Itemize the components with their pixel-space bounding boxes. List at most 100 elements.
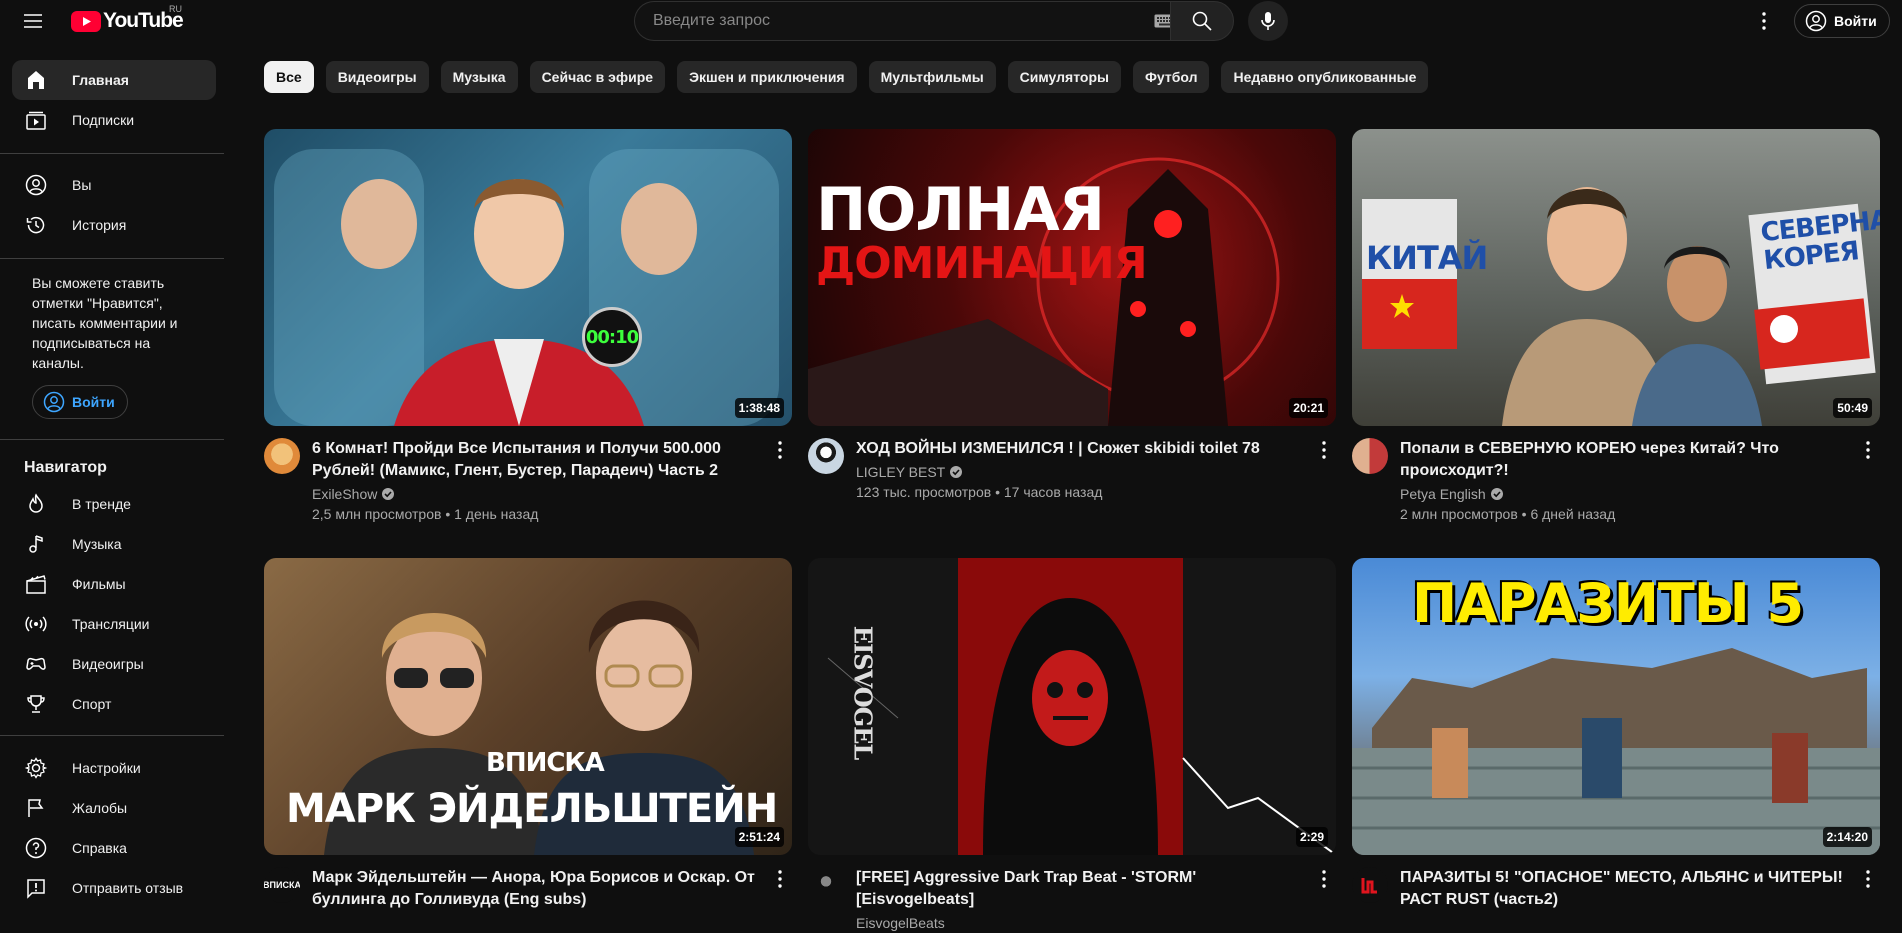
video-card: 00:10 1:38:48 6 Комнат! Пройди Все Испыт… xyxy=(264,129,792,524)
sidebar-item-gaming[interactable]: Видеоигры xyxy=(12,644,216,684)
chip-videogames[interactable]: Видеоигры xyxy=(325,61,429,93)
settings-icon xyxy=(24,756,48,780)
sidebar-divider xyxy=(0,153,224,154)
home-icon xyxy=(24,68,48,92)
more-vertical-icon xyxy=(1322,441,1326,459)
help-icon xyxy=(24,836,48,860)
sidebar-item-report[interactable]: Жалобы xyxy=(12,788,216,828)
masthead: YouTube RU Введите запрос Войти xyxy=(0,0,1902,42)
video-menu-button[interactable] xyxy=(768,438,792,462)
video-card: ПАРАЗИТЫ 5 2:14:20 ПАРАЗИТЫ 5! "ОПАСНОЕ"… xyxy=(1352,558,1880,911)
chip-live[interactable]: Сейчас в эфире xyxy=(529,61,666,93)
sidebar-item-label: Спорт xyxy=(72,696,112,712)
chip-simulators[interactable]: Симуляторы xyxy=(1007,61,1121,93)
video-thumbnail[interactable]: КИТАЙ СЕВЕРНАЯ КОРЕЯ 50:49 xyxy=(1352,129,1880,426)
sidebar-item-movies[interactable]: Фильмы xyxy=(12,564,216,604)
video-title[interactable]: [FREE] Aggressive Dark Trap Beat - 'STOR… xyxy=(856,867,1312,911)
channel-avatar[interactable] xyxy=(808,867,844,903)
chip-recently-uploaded[interactable]: Недавно опубликованные xyxy=(1221,61,1429,93)
sidebar-item-label: Подписки xyxy=(72,112,135,128)
sidebar-item-label: Отправить отзыв xyxy=(72,880,184,896)
video-thumbnail[interactable]: ПАРАЗИТЫ 5 2:14:20 xyxy=(1352,558,1880,855)
sidebar-divider xyxy=(0,439,224,440)
thumbnail-art xyxy=(827,558,1336,855)
youtube-logo[interactable]: YouTube RU xyxy=(71,4,184,33)
search-input[interactable] xyxy=(651,11,1154,31)
video-card: КИТАЙ СЕВЕРНАЯ КОРЕЯ 50:49 Попали в СЕВЕ… xyxy=(1352,129,1880,524)
sidebar-item-label: Настройки xyxy=(72,760,141,776)
channel-name-row[interactable]: EisvogelBeats xyxy=(856,913,1312,933)
sidebar: Главная Подписки Вы История Вы сможете с… xyxy=(0,56,224,920)
sidebar-item-label: Жалобы xyxy=(72,800,128,816)
sidebar-item-settings[interactable]: Настройки xyxy=(12,748,216,788)
signin-button[interactable]: Войти xyxy=(1794,4,1890,38)
channel-avatar[interactable]: ВПИСКА xyxy=(264,867,300,903)
sidebar-item-subscriptions[interactable]: Подписки xyxy=(12,100,216,140)
video-duration: 2:14:20 xyxy=(1822,827,1872,847)
sidebar-item-feedback[interactable]: Отправить отзыв xyxy=(12,868,216,908)
thumbnail-caption: КИТАЙ xyxy=(1366,239,1488,277)
video-meta: ХОД ВОЙНЫ ИЗМЕНИЛСЯ ! | Сюжет skibidi to… xyxy=(808,438,1336,502)
channel-avatar[interactable] xyxy=(1352,867,1388,903)
video-title[interactable]: 6 Комнат! Пройди Все Испытания и Получи … xyxy=(312,438,768,482)
sidebar-item-label: Справка xyxy=(72,840,127,856)
thumbnail-caption: МАРК ЭЙДЕЛЬШТЕЙН xyxy=(286,786,778,832)
sidebar-item-live[interactable]: Трансляции xyxy=(12,604,216,644)
settings-menu-button[interactable] xyxy=(1748,5,1780,37)
sidebar-item-label: Трансляции xyxy=(72,616,150,632)
channel-avatar[interactable] xyxy=(264,438,300,474)
channel-name-row[interactable]: ExileShow xyxy=(312,484,768,504)
video-thumbnail[interactable]: ВПИСКА МАРК ЭЙДЕЛЬШТЕЙН 2:51:24 xyxy=(264,558,792,855)
video-card: ПОЛНАЯ ДОМИНАЦИЯ 20:21 ХОД ВОЙНЫ ИЗМЕНИЛ… xyxy=(808,129,1336,502)
video-menu-button[interactable] xyxy=(1856,867,1880,891)
video-menu-button[interactable] xyxy=(1312,438,1336,462)
signin-label: Войти xyxy=(1834,13,1877,29)
thumbnail-art xyxy=(274,149,779,426)
chip-all[interactable]: Все xyxy=(264,61,314,93)
video-title[interactable]: ПАРАЗИТЫ 5! "ОПАСНОЕ" МЕСТО, АЛЬЯНС и ЧИ… xyxy=(1400,867,1856,911)
video-title[interactable]: Попали в СЕВЕРНУЮ КОРЕЮ через Китай? Что… xyxy=(1400,438,1856,482)
video-thumbnail[interactable]: 00:10 1:38:48 xyxy=(264,129,792,426)
sidebar-item-history[interactable]: История xyxy=(12,205,216,245)
more-vertical-icon xyxy=(778,441,782,459)
chip-action-adventure[interactable]: Экшен и приключения xyxy=(677,61,857,93)
signin-promo-text: Вы сможете ставить отметки "Нравится", п… xyxy=(32,275,178,371)
video-title[interactable]: Марк Эйдельштейн — Анора, Юра Борисов и … xyxy=(312,867,768,911)
video-thumbnail[interactable]: ПОЛНАЯ ДОМИНАЦИЯ 20:21 xyxy=(808,129,1336,426)
sidebar-item-label: Музыка xyxy=(72,536,122,552)
sidebar-item-music[interactable]: Музыка xyxy=(12,524,216,564)
channel-avatar[interactable] xyxy=(808,438,844,474)
filter-chips-bar: Все Видеоигры Музыка Сейчас в эфире Экше… xyxy=(264,61,1429,93)
voice-search-button[interactable] xyxy=(1248,1,1288,41)
channel-avatar[interactable] xyxy=(1352,438,1388,474)
video-card: ВПИСКА МАРК ЭЙДЕЛЬШТЕЙН 2:51:24 ВПИСКА М… xyxy=(264,558,792,911)
sidebar-item-label: Вы xyxy=(72,177,92,193)
channel-name-row[interactable]: LIGLEY BEST xyxy=(856,462,1312,482)
video-title[interactable]: ХОД ВОЙНЫ ИЗМЕНИЛСЯ ! | Сюжет skibidi to… xyxy=(856,438,1312,460)
flag-icon xyxy=(24,796,48,820)
chip-cartoons[interactable]: Мультфильмы xyxy=(868,61,996,93)
video-thumbnail[interactable]: EISVOGEL 2:29 xyxy=(808,558,1336,855)
channel-name-row[interactable]: Petya English xyxy=(1400,484,1856,504)
video-duration: 1:38:48 xyxy=(734,398,784,418)
sidebar-item-trending[interactable]: В тренде xyxy=(12,484,216,524)
video-menu-button[interactable] xyxy=(768,867,792,891)
subscriptions-icon xyxy=(24,108,48,132)
sidebar-item-help[interactable]: Справка xyxy=(12,828,216,868)
sidebar-item-sports[interactable]: Спорт xyxy=(12,684,216,724)
sidebar-item-home[interactable]: Главная xyxy=(12,60,216,100)
thumbnail-caption: ДОМИНАЦИЯ xyxy=(816,238,1148,289)
menu-button[interactable] xyxy=(17,5,49,37)
more-vertical-icon xyxy=(1866,870,1870,888)
video-menu-button[interactable] xyxy=(1856,438,1880,462)
sidebar-item-label: Главная xyxy=(72,72,129,88)
sidebar-item-you[interactable]: Вы xyxy=(12,165,216,205)
video-duration: 2:51:24 xyxy=(734,827,784,847)
explore-section-title: Навигатор xyxy=(24,459,107,476)
video-menu-button[interactable] xyxy=(1312,867,1336,891)
video-duration: 20:21 xyxy=(1289,398,1328,418)
chip-music[interactable]: Музыка xyxy=(440,61,518,93)
chip-football[interactable]: Футбол xyxy=(1132,61,1210,93)
sidebar-signin-button[interactable]: Войти xyxy=(32,385,128,419)
search-button[interactable] xyxy=(1170,1,1234,41)
